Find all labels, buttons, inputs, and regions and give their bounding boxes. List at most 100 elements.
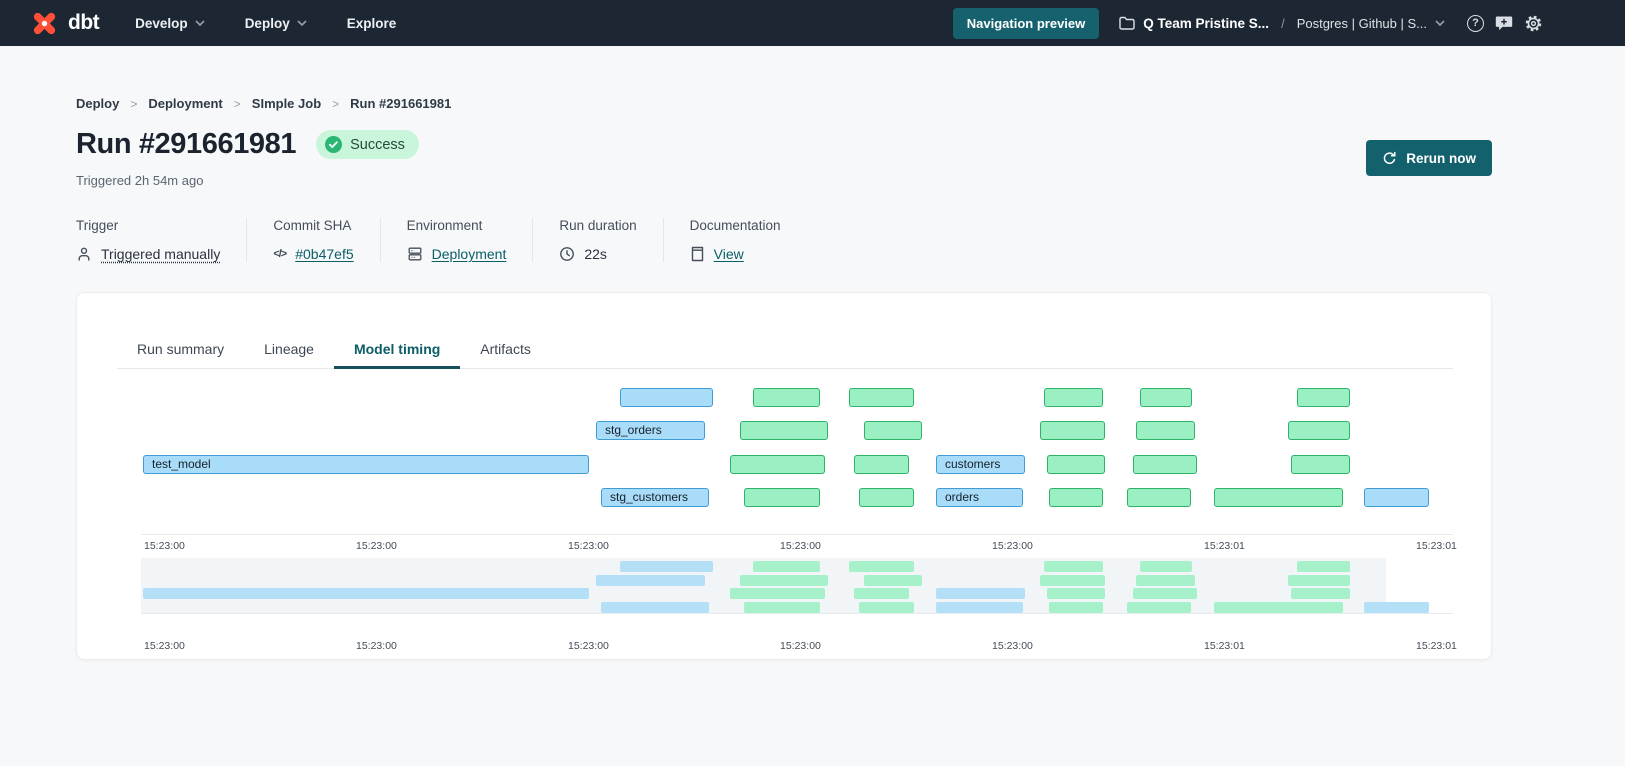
meta-documentation: Documentation View (663, 218, 807, 262)
gantt-bar-label: stg_orders (597, 422, 704, 438)
gantt-bar[interactable] (1136, 421, 1195, 440)
primary-nav: Develop Deploy Explore (135, 16, 396, 31)
rerun-now-button[interactable]: Rerun now (1366, 140, 1492, 176)
gantt-bar[interactable] (854, 455, 909, 474)
breadcrumb-deployment[interactable]: Deployment (148, 96, 222, 111)
chevron-down-icon (297, 20, 307, 26)
chevron-down-icon (1435, 20, 1445, 26)
tab-artifacts[interactable]: Artifacts (460, 330, 551, 368)
tab-lineage[interactable]: Lineage (244, 330, 334, 368)
gantt-bar[interactable] (1214, 488, 1343, 507)
minimap-bar (1288, 575, 1350, 586)
gantt-bar[interactable] (1049, 488, 1103, 507)
minimap-bar (1047, 588, 1105, 599)
gantt-chart: stg_orders test_model customers stg_custome… (141, 384, 1429, 534)
axis-tick-label: 15:23:00 (356, 640, 397, 652)
nav-explore[interactable]: Explore (347, 16, 397, 31)
minimap-bar (1127, 602, 1191, 613)
gantt-bar-stg_customers[interactable]: stg_customers (601, 488, 709, 507)
gantt-minimap[interactable] (141, 558, 1429, 613)
meta-environment-label: Environment (407, 218, 507, 233)
gantt-bar[interactable] (1297, 388, 1350, 407)
meta-documentation-label: Documentation (690, 218, 781, 233)
dbt-logo-icon (30, 9, 59, 38)
commit-sha-link[interactable]: #0b47ef5 (295, 246, 353, 262)
breadcrumb-separator: > (234, 97, 241, 111)
gantt-bar-test_model[interactable]: test_model (143, 455, 589, 474)
axis-tick-label: 15:23:00 (992, 640, 1033, 652)
account-project-selector[interactable]: Q Team Pristine S... / Postgres | Github… (1119, 16, 1445, 31)
gantt-bar[interactable] (859, 488, 914, 507)
gantt-bar[interactable] (1364, 488, 1429, 507)
gantt-bar[interactable] (849, 388, 914, 407)
topbar-icons: ? (1467, 14, 1543, 33)
minimap-bar (1044, 561, 1103, 572)
nav-develop[interactable]: Develop (135, 16, 205, 31)
triggered-ago-text: Triggered 2h 54m ago (76, 173, 203, 188)
minimap-bar (1049, 602, 1103, 613)
gantt-bar[interactable] (740, 421, 828, 440)
feedback-icon[interactable] (1495, 15, 1513, 32)
dbt-logo[interactable]: dbt (0, 9, 99, 38)
minimap-bar (936, 602, 1023, 613)
chevron-down-icon (195, 20, 205, 26)
title-row: Run #291661981 Success (76, 128, 419, 161)
gantt-bar-orders[interactable]: orders (936, 488, 1023, 507)
gantt-bar[interactable] (1140, 388, 1192, 407)
axis-tick-label: 15:23:00 (780, 540, 821, 552)
gantt-bar[interactable] (753, 388, 820, 407)
gantt-bar[interactable] (1047, 455, 1105, 474)
gantt-bar-label: orders (937, 489, 1022, 505)
gantt-bar[interactable] (1127, 488, 1191, 507)
minimap-bar (936, 588, 1025, 599)
gantt-bar[interactable] (1040, 421, 1105, 440)
gantt-bar[interactable] (620, 388, 713, 407)
documentation-view-link[interactable]: View (714, 246, 744, 262)
tab-model-timing[interactable]: Model timing (334, 330, 460, 368)
navigation-preview-button[interactable]: Navigation preview (953, 8, 1099, 39)
breadcrumb-job[interactable]: SImple Job (252, 96, 321, 111)
axis-tick-label: 15:23:00 (356, 540, 397, 552)
status-badge: Success (316, 130, 419, 159)
breadcrumb-separator: > (130, 97, 137, 111)
axis-tick-label: 15:23:00 (780, 640, 821, 652)
run-duration-value: 22s (584, 246, 607, 262)
rerun-now-label: Rerun now (1406, 151, 1476, 166)
gantt-bar[interactable] (1291, 455, 1350, 474)
gantt-bar[interactable] (744, 488, 820, 507)
gantt-bar[interactable] (1133, 455, 1197, 474)
minimap-bar (1364, 602, 1429, 613)
status-badge-label: Success (350, 137, 405, 153)
check-circle-icon (325, 136, 342, 153)
nav-explore-label: Explore (347, 16, 397, 31)
minimap-axis-ticks: 15:23:0015:23:0015:23:0015:23:0015:23:00… (141, 640, 1453, 653)
axis-tick-label: 15:23:01 (1204, 540, 1245, 552)
breadcrumb-deploy[interactable]: Deploy (76, 96, 119, 111)
gantt-bar[interactable] (1288, 421, 1350, 440)
nav-deploy[interactable]: Deploy (245, 16, 307, 31)
database-icon (407, 246, 423, 262)
gantt-bar[interactable] (1044, 388, 1103, 407)
gear-icon[interactable] (1524, 14, 1543, 33)
page-title: Run #291661981 (76, 128, 296, 161)
axis-tick-label: 15:23:01 (1204, 640, 1245, 652)
topbar-right: Navigation preview Q Team Pristine S... … (953, 8, 1625, 39)
meta-trigger-label: Trigger (76, 218, 220, 233)
gantt-bar-stg_orders[interactable]: stg_orders (596, 421, 705, 440)
tab-run-summary[interactable]: Run summary (117, 330, 244, 368)
account-separator: / (1281, 16, 1285, 31)
minimap-bar (753, 561, 820, 572)
minimap-bar (1291, 588, 1350, 599)
breadcrumb: Deploy > Deployment > SImple Job > Run #… (76, 96, 451, 111)
trigger-value: Triggered manually (101, 246, 220, 262)
minimap-bar (143, 588, 589, 599)
minimap-bar (730, 588, 825, 599)
nav-develop-label: Develop (135, 16, 188, 31)
help-icon[interactable]: ? (1467, 15, 1484, 32)
gantt-bar-customers[interactable]: customers (936, 455, 1025, 474)
gantt-bar[interactable] (730, 455, 825, 474)
environment-link[interactable]: Deployment (432, 246, 507, 262)
gantt-bar[interactable] (864, 421, 922, 440)
axis-tick-label: 15:23:01 (1416, 640, 1457, 652)
project-name: Postgres | Github | S... (1297, 16, 1427, 31)
